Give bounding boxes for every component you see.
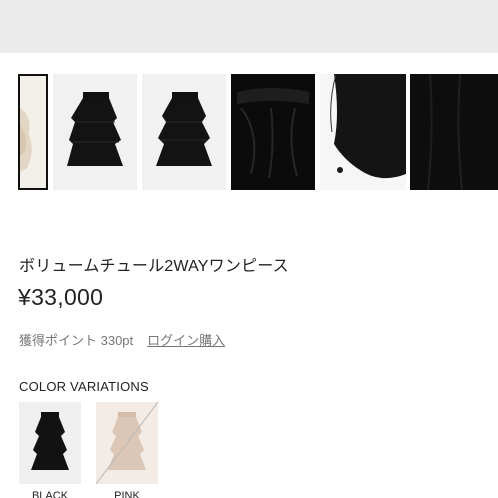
thumbnail-fabric-detail[interactable]: [410, 74, 498, 190]
color-swatch-black[interactable]: [19, 402, 81, 484]
product-price: ¥33,000: [18, 284, 104, 310]
black-fabric-detail-icon: [427, 74, 463, 190]
image-thumbnail-strip[interactable]: [0, 74, 498, 190]
thumbnail-tulle-detail[interactable]: [320, 74, 406, 190]
black-waistband-detail-icon: [237, 88, 309, 179]
login-purchase-link[interactable]: ログイン購入: [147, 333, 225, 348]
thumbnail-black-skirt-back[interactable]: [142, 74, 226, 190]
beige-skirt-icon: [20, 107, 32, 172]
thumbnail-black-skirt-front[interactable]: [53, 74, 137, 190]
black-skirt-icon: [31, 412, 69, 470]
points-row: 獲得ポイント 330pt ログイン購入: [19, 330, 225, 349]
pink-skirt-icon: [96, 402, 158, 484]
thumbnail-waistband-detail[interactable]: [231, 74, 315, 190]
top-bar: [0, 0, 498, 53]
black-tulle-detail-icon: [330, 74, 406, 179]
black-skirt-icon: [156, 92, 212, 166]
swatch-label-pink: PINK: [114, 490, 140, 498]
product-name: ボリュームチュール2WAYワンピース: [19, 258, 289, 275]
swatch-label-black: BLACK: [31, 490, 69, 498]
thumbnail-beige-skirt[interactable]: [18, 74, 48, 190]
color-variations-title: COLOR VARIATIONS: [19, 379, 149, 394]
points-label: 獲得ポイント 330pt: [19, 333, 134, 348]
color-swatch-pink[interactable]: [96, 402, 158, 484]
black-skirt-icon: [67, 92, 123, 166]
